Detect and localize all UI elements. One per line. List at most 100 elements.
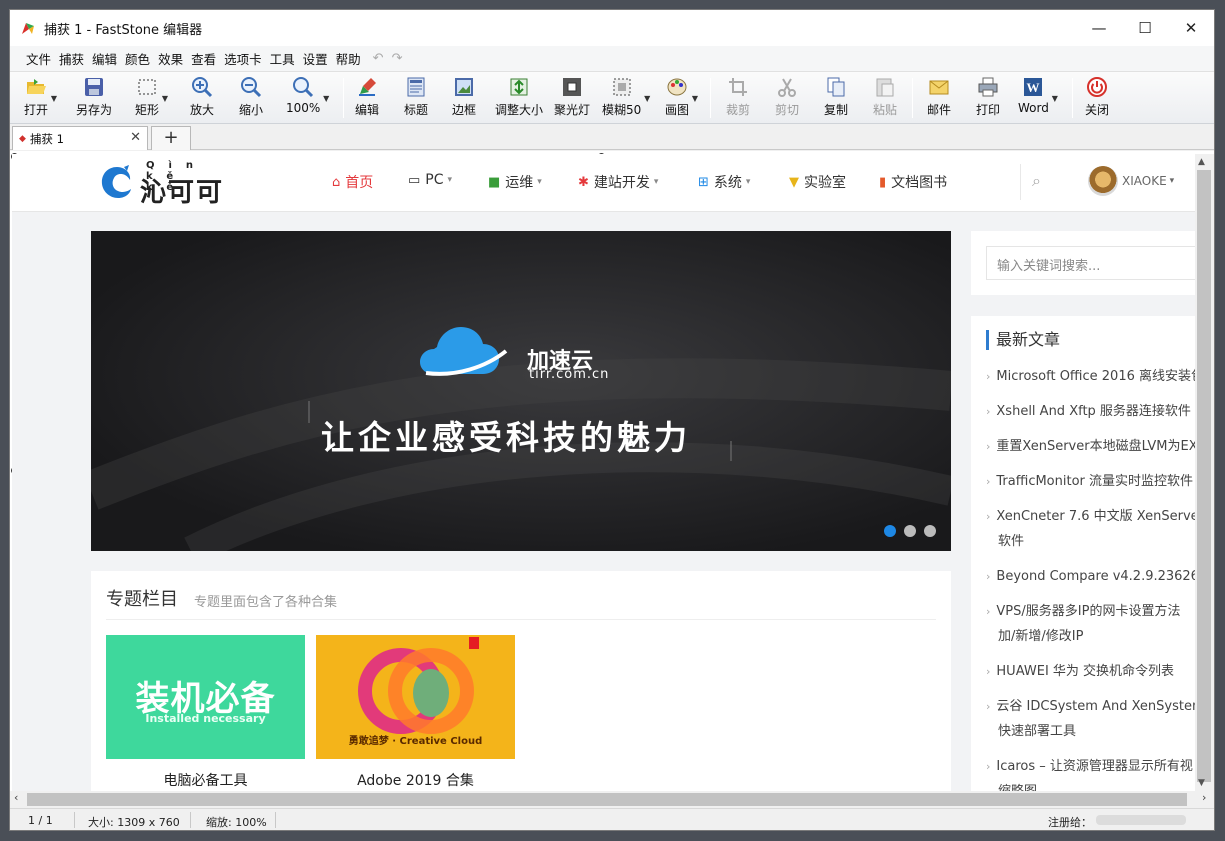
chevron-down-icon[interactable]: ▼ [1052, 94, 1058, 103]
chevron-down-icon[interactable]: ▼ [692, 94, 698, 103]
menu-edit[interactable]: 编辑 [88, 49, 121, 68]
maximize-button[interactable]: ☐ [1122, 10, 1168, 46]
caption-button[interactable]: 标题 [404, 75, 428, 121]
save-as-button[interactable]: 另存为 [76, 75, 112, 121]
blur-button[interactable]: 模糊50 ▼ [602, 75, 650, 121]
topic-card-essentials[interactable]: 装机必备 Installed necessary [106, 635, 305, 759]
topic-card-adobe[interactable]: 勇敢追梦 · Creative Cloud [316, 635, 515, 759]
post-item[interactable]: › 云谷 IDCSystem And XenSystem 快速部署工具 [986, 694, 1195, 744]
zoom-out-label: 缩小 [239, 103, 264, 117]
monitor-icon: ▭ [408, 172, 421, 188]
chevron-down-icon[interactable]: ▼ [51, 94, 57, 103]
post-item[interactable]: › Beyond Compare v4.2.9.23626破解 [986, 564, 1195, 589]
rectangle-select-button[interactable]: 矩形 ▼ [135, 75, 168, 121]
menu-tools[interactable]: 工具 [266, 49, 299, 68]
post-item[interactable]: › HUAWEI 华为 交换机命令列表 [986, 659, 1195, 684]
hero-banner[interactable]: 加速云 tirr.com.cn 让企业感受科技的魅力 [91, 231, 951, 551]
menu-tabs[interactable]: 选项卡 [220, 49, 266, 68]
mail-button[interactable]: 邮件 [927, 75, 951, 121]
zoom-100-button[interactable]: 100% ▼ [286, 75, 329, 121]
draw-button[interactable]: 画图 ▼ [665, 75, 698, 121]
border-button[interactable]: 边框 [452, 75, 476, 121]
post-item[interactable]: › XenCneter 7.6 中文版 XenServer 软件 [986, 504, 1195, 554]
scroll-down-icon[interactable]: ▼ [1198, 778, 1205, 788]
nav-ops[interactable]: ■ 运维 ▾ [488, 172, 542, 192]
crop-button[interactable]: 裁剪 [726, 75, 750, 121]
zoom-out-button[interactable]: 缩小 [239, 75, 263, 121]
post-item[interactable]: › Microsoft Office 2016 离线安装包 [986, 364, 1195, 389]
card1-label[interactable]: 电脑必备工具 [106, 770, 305, 790]
chevron-down-icon[interactable]: ▼ [323, 94, 329, 103]
vertical-scrollbar[interactable]: ▲ ▼ [1195, 154, 1214, 791]
nav-docs[interactable]: ▮ 文档图书 [879, 172, 947, 192]
post-item[interactable]: › 重置XenServer本地磁盘LVM为EXT [986, 434, 1195, 459]
edit-button[interactable]: 编辑 [355, 75, 379, 121]
chevron-down-icon[interactable]: ▼ [162, 94, 168, 103]
menu-capture[interactable]: 捕获 [55, 49, 88, 68]
carousel-dot-active[interactable] [884, 525, 896, 537]
post-item[interactable]: › TrafficMonitor 流量实时监控软件 [986, 469, 1195, 494]
tab-capture-1[interactable]: ◆ 捕获 1 ✕ [12, 126, 148, 150]
chevron-right-icon: › [986, 440, 991, 453]
carousel-dot[interactable] [924, 525, 936, 537]
toolbar-separator [343, 78, 344, 118]
zoom-in-button[interactable]: 放大 [190, 75, 214, 121]
chevron-down-icon[interactable]: ▼ [644, 94, 650, 103]
paste-button[interactable]: 粘贴 [873, 75, 897, 121]
search-icon[interactable]: ⌕ [1032, 171, 1041, 191]
search-input[interactable]: 输入关键词搜索... [986, 246, 1195, 280]
nav-home[interactable]: ⌂ 首页 [332, 172, 373, 192]
close-tool-label: 关闭 [1085, 103, 1110, 117]
post-item[interactable]: › Xshell And Xftp 服务器连接软件 [986, 399, 1195, 424]
site-logo[interactable]: Qìn kě kě 沁可可 [98, 160, 238, 208]
border-label: 边框 [452, 103, 477, 117]
close-tool-button[interactable]: 关闭 [1085, 75, 1109, 121]
menu-view[interactable]: 查看 [187, 49, 220, 68]
undo-icon[interactable]: ↶ [373, 51, 384, 66]
carousel-dot[interactable] [904, 525, 916, 537]
close-window-button[interactable]: ✕ [1168, 10, 1214, 46]
site-header: Qìn kě kě 沁可可 ⌂ 首页 ▭ PC ▾ ■ 运维 ▾ ✱ 建站开发 ▾ ⊞ 系统 ▾ [12, 154, 1195, 212]
post-item[interactable]: › VPS/服务器多IP的网卡设置方法 加/新增/修改IP [986, 599, 1195, 649]
nav-sys[interactable]: ⊞ 系统 ▾ [698, 172, 750, 192]
user-menu[interactable]: XIAOKE ▾ [1088, 166, 1174, 196]
resize-button[interactable]: 调整大小 [495, 75, 543, 121]
nav-divider [1020, 164, 1021, 200]
blur-label: 模糊50 [602, 103, 642, 117]
status-bar: 1 / 1 大小: 1309 x 760 缩放: 100% 注册给： [10, 808, 1214, 830]
nav-pc[interactable]: ▭ PC ▾ [408, 172, 452, 188]
nav-lab[interactable]: ▼ 实验室 [789, 172, 846, 192]
menu-color[interactable]: 颜色 [121, 49, 154, 68]
tab-diamond-icon: ◆ [19, 133, 26, 144]
print-button[interactable]: 打印 [976, 75, 1000, 121]
horizontal-scroll-thumb[interactable] [27, 793, 1187, 806]
scroll-up-icon[interactable]: ▲ [1198, 157, 1205, 167]
home-icon: ⌂ [332, 174, 341, 190]
card2-text: 勇敢追梦 · Creative Cloud [348, 736, 483, 747]
card2-label[interactable]: Adobe 2019 合集 [316, 770, 515, 790]
spotlight-button[interactable]: 聚光灯 [554, 75, 590, 121]
word-button[interactable]: W Word ▼ [1018, 75, 1058, 121]
open-button[interactable]: 打开 ▼ [24, 75, 57, 121]
spotlight-label: 聚光灯 [554, 103, 591, 117]
horizontal-scrollbar[interactable]: ‹ › [10, 791, 1214, 808]
copy-button[interactable]: 复制 [824, 75, 848, 121]
image-canvas[interactable]: Qìn kě kě 沁可可 ⌂ 首页 ▭ PC ▾ ■ 运维 ▾ ✱ 建站开发 ▾ ⊞ 系统 ▾ [10, 151, 1214, 791]
menu-settings[interactable]: 设置 [299, 49, 332, 68]
nav-dev[interactable]: ✱ 建站开发 ▾ [578, 172, 658, 192]
menu-effects[interactable]: 效果 [154, 49, 187, 68]
scissors-icon [778, 78, 796, 97]
scroll-left-icon[interactable]: ‹ [14, 791, 18, 804]
menu-file[interactable]: 文件 [22, 49, 55, 68]
vertical-scroll-thumb[interactable] [1197, 170, 1211, 782]
post-item[interactable]: › Icaros – 让资源管理器显示所有视缩略图 [986, 754, 1195, 791]
redo-icon[interactable]: ↷ [392, 51, 403, 66]
cut-button[interactable]: 剪切 [775, 75, 799, 121]
close-tab-icon[interactable]: ✕ [130, 130, 141, 145]
minimize-button[interactable]: — [1076, 10, 1122, 46]
scroll-right-icon[interactable]: › [1202, 791, 1206, 804]
add-tab-button[interactable]: + [151, 126, 191, 150]
menu-help[interactable]: 帮助 [332, 49, 365, 68]
nav-dev-label: 建站开发 [593, 175, 650, 191]
redacted-name [1096, 815, 1186, 825]
